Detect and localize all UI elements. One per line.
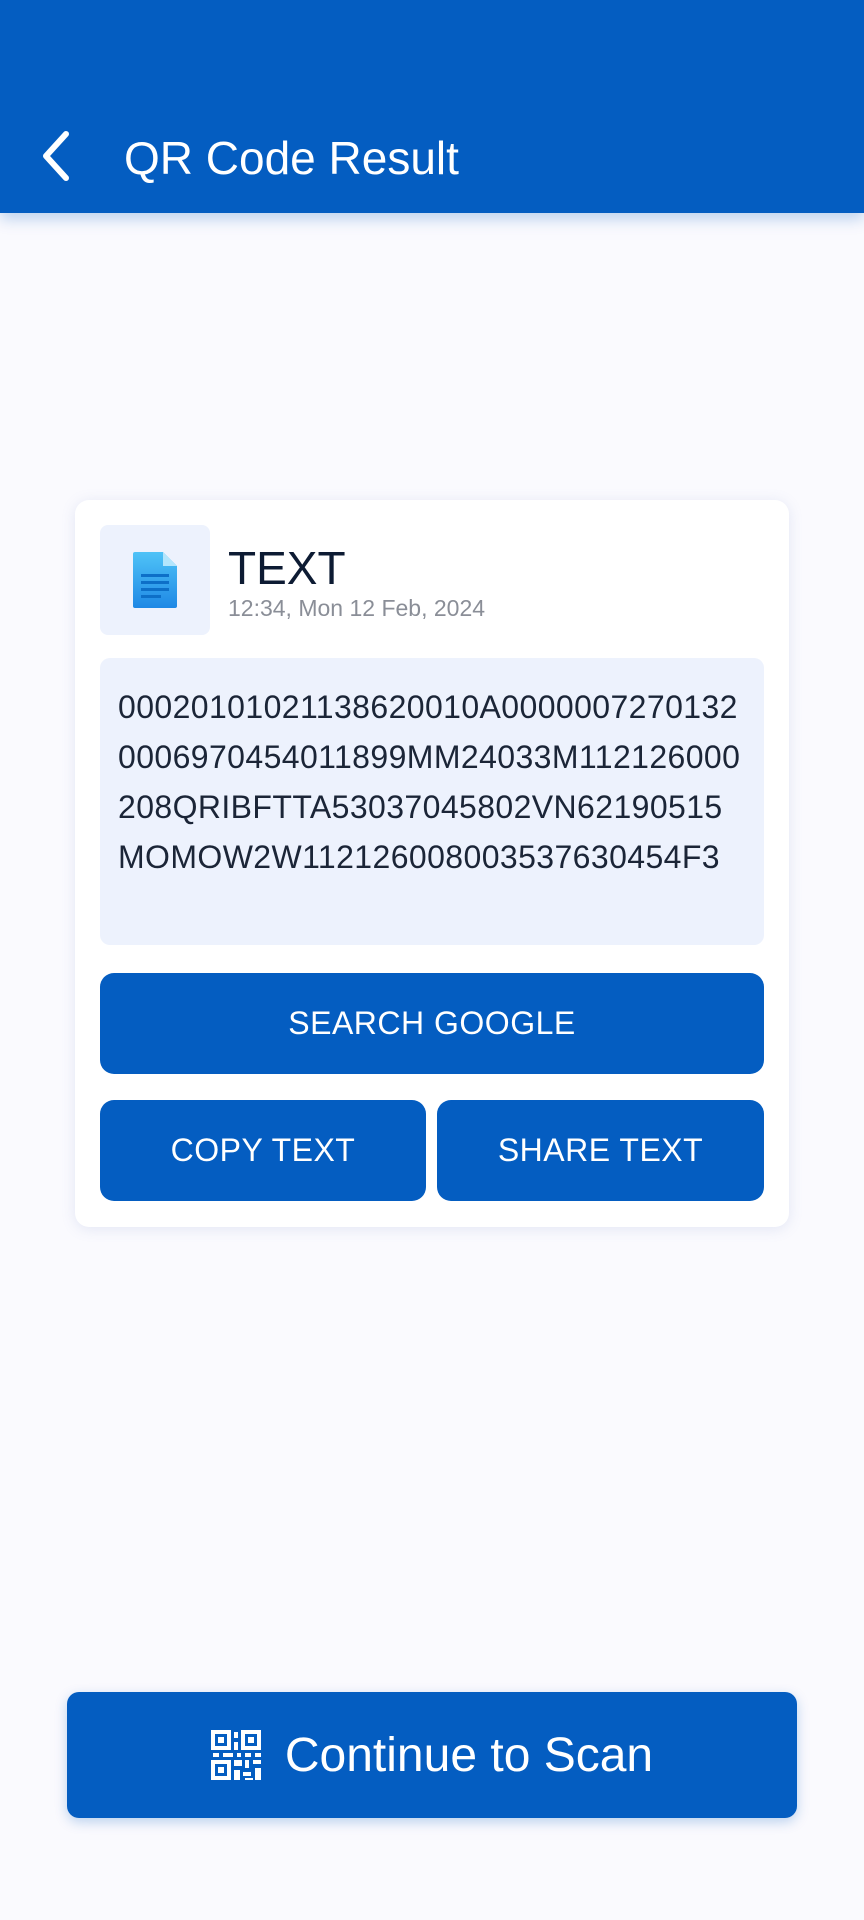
- result-card: TEXT 12:34, Mon 12 Feb, 2024 00020101021…: [75, 500, 789, 1227]
- back-button[interactable]: [28, 124, 84, 188]
- result-content-box: 00020101021138620010A0000007270132000697…: [100, 658, 764, 945]
- continue-to-scan-button[interactable]: Continue to Scan: [67, 1692, 797, 1818]
- page-title: QR Code Result: [124, 132, 459, 184]
- result-timestamp: 12:34, Mon 12 Feb, 2024: [228, 595, 486, 621]
- result-content-text: 00020101021138620010A0000007270132000697…: [118, 689, 741, 875]
- share-text-button[interactable]: SHARE TEXT: [437, 1100, 764, 1201]
- result-type-label: TEXT: [228, 542, 346, 594]
- result-type-icon-box: [100, 525, 210, 635]
- qr-code-icon: [210, 1730, 261, 1780]
- search-google-button[interactable]: SEARCH GOOGLE: [100, 973, 764, 1074]
- chevron-left-icon: [43, 131, 69, 181]
- continue-to-scan-label: Continue to Scan: [284, 1728, 654, 1782]
- document-icon: [133, 552, 177, 608]
- copy-text-button[interactable]: COPY TEXT: [100, 1100, 426, 1201]
- app-bar: QR Code Result: [0, 0, 864, 213]
